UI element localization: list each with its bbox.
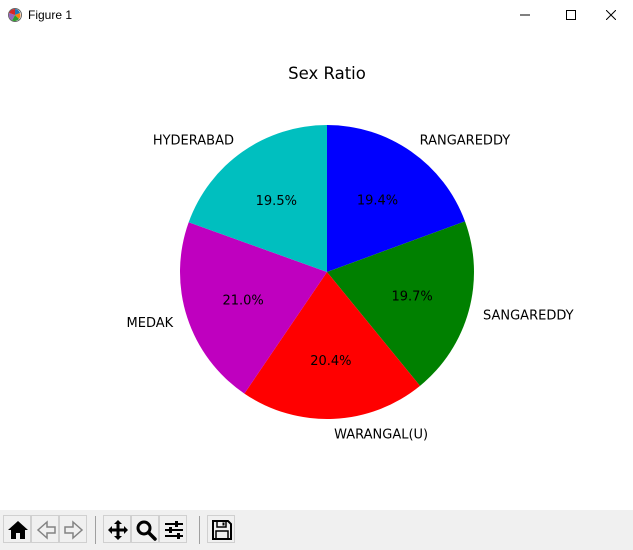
maximize-button[interactable] xyxy=(548,0,594,30)
toolbar-separator xyxy=(95,516,96,544)
window-title: Figure 1 xyxy=(28,8,73,22)
slice-category-label: HYDERABAD xyxy=(153,134,234,149)
close-button[interactable] xyxy=(592,0,633,30)
slice-percent-label: 19.5% xyxy=(256,194,297,209)
magnifier-icon xyxy=(136,520,157,541)
home-icon xyxy=(8,521,28,539)
slice-category-label: RANGAREDDY xyxy=(420,133,511,148)
slice-category-label: SANGAREDDY xyxy=(483,309,574,324)
floppy-disk-icon xyxy=(212,520,232,540)
title-bar: Figure 1 xyxy=(0,0,633,30)
navigation-toolbar xyxy=(0,510,633,550)
minimize-icon xyxy=(520,14,530,16)
back-arrow-icon xyxy=(36,520,56,540)
maximize-icon xyxy=(566,10,576,20)
minimize-button[interactable] xyxy=(502,0,548,30)
home-button[interactable] xyxy=(3,515,31,543)
slice-category-label: MEDAK xyxy=(127,316,174,331)
matplotlib-icon xyxy=(8,8,22,22)
configure-subplots-button[interactable] xyxy=(159,515,187,543)
chart-title: Sex Ratio xyxy=(288,64,366,83)
pan-button[interactable] xyxy=(103,515,131,543)
slice-percent-label: 19.4% xyxy=(357,194,398,209)
toolbar-separator xyxy=(199,516,200,544)
slice-percent-label: 21.0% xyxy=(222,293,263,308)
plot-canvas: Sex Ratio 19.4% RANGAREDDY 19.7% SANGAREDDY… xyxy=(0,30,633,510)
slice-percent-label: 19.7% xyxy=(391,289,432,304)
close-icon xyxy=(606,10,616,20)
pie-chart: Sex Ratio 19.4% RANGAREDDY 19.7% SANGAREDDY… xyxy=(127,64,574,443)
sliders-icon xyxy=(165,521,183,539)
forward-arrow-icon xyxy=(64,520,84,540)
save-button[interactable] xyxy=(207,515,235,543)
figure-window: Figure 1 Sex Ratio 19.4% RANGAREDDY 19.7% S… xyxy=(0,0,633,550)
move-icon xyxy=(108,520,128,540)
zoom-button[interactable] xyxy=(131,515,159,543)
back-button[interactable] xyxy=(31,515,59,543)
forward-button[interactable] xyxy=(59,515,87,543)
slice-percent-label: 20.4% xyxy=(310,354,351,369)
slice-category-label: WARANGAL(U) xyxy=(334,428,428,443)
